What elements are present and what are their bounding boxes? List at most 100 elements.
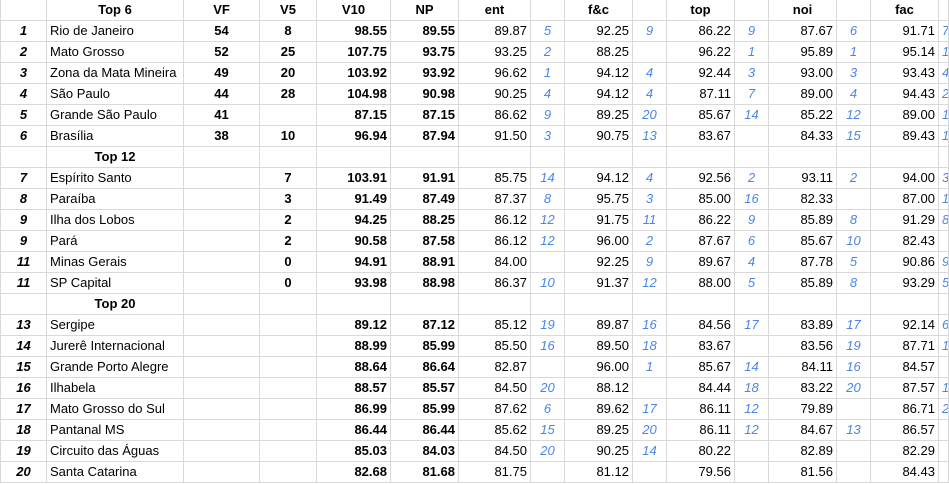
rank-cell[interactable]: 14 <box>0 335 47 357</box>
ent-score-cell[interactable]: 86.37 <box>458 272 531 294</box>
fc-position-cell[interactable]: 20 <box>632 104 667 126</box>
column-header[interactable]: NP <box>390 0 459 21</box>
v10-cell[interactable]: 96.94 <box>316 125 391 147</box>
rank-cell[interactable]: 16 <box>0 377 47 399</box>
top-position-cell[interactable]: 9 <box>734 20 769 42</box>
v5-cell[interactable]: 3 <box>259 188 317 210</box>
name-cell[interactable]: Ilhabela <box>46 377 184 399</box>
noi-score-cell[interactable]: 85.22 <box>768 104 837 126</box>
rank-cell[interactable]: 3 <box>0 62 47 84</box>
top-position-cell[interactable] <box>734 461 769 483</box>
empty-cell[interactable] <box>734 293 769 315</box>
fac-position-cell[interactable]: 17 <box>938 335 949 357</box>
ent-score-cell[interactable]: 84.00 <box>458 251 531 273</box>
rank-cell[interactable]: 17 <box>0 398 47 420</box>
fac-score-cell[interactable]: 90.86 <box>870 251 939 273</box>
fac-score-cell[interactable]: 82.29 <box>870 440 939 462</box>
ent-position-cell[interactable]: 5 <box>530 20 565 42</box>
ent-position-cell[interactable]: 19 <box>530 314 565 336</box>
ent-position-cell[interactable]: 1 <box>530 62 565 84</box>
name-cell[interactable]: Espírito Santo <box>46 167 184 189</box>
name-cell[interactable]: Ilha dos Lobos <box>46 209 184 231</box>
vf-cell[interactable] <box>183 461 260 483</box>
top-score-cell[interactable]: 86.11 <box>666 398 735 420</box>
fac-score-cell[interactable]: 92.14 <box>870 314 939 336</box>
rank-cell[interactable]: 1 <box>0 20 47 42</box>
fc-score-cell[interactable]: 89.87 <box>564 314 633 336</box>
v10-cell[interactable]: 89.12 <box>316 314 391 336</box>
noi-position-cell[interactable]: 8 <box>836 209 871 231</box>
top-score-cell[interactable]: 92.44 <box>666 62 735 84</box>
fac-position-cell[interactable]: 6 <box>938 314 949 336</box>
top-score-cell[interactable]: 83.67 <box>666 125 735 147</box>
rank-cell[interactable]: 13 <box>0 314 47 336</box>
np-cell[interactable]: 86.44 <box>390 419 459 441</box>
noi-position-cell[interactable]: 19 <box>836 335 871 357</box>
vf-cell[interactable] <box>183 167 260 189</box>
v10-cell[interactable]: 88.64 <box>316 356 391 378</box>
fc-score-cell[interactable]: 96.00 <box>564 230 633 252</box>
fc-score-cell[interactable]: 90.75 <box>564 125 633 147</box>
fc-score-cell[interactable]: 88.12 <box>564 377 633 399</box>
v5-cell[interactable]: 0 <box>259 251 317 273</box>
fc-score-cell[interactable]: 90.25 <box>564 440 633 462</box>
ent-score-cell[interactable]: 89.87 <box>458 20 531 42</box>
empty-cell[interactable] <box>836 0 871 21</box>
column-header[interactable]: V10 <box>316 0 391 21</box>
np-cell[interactable]: 86.64 <box>390 356 459 378</box>
top-score-cell[interactable]: 84.56 <box>666 314 735 336</box>
noi-position-cell[interactable]: 13 <box>836 419 871 441</box>
column-header[interactable]: noi <box>768 0 837 21</box>
fac-score-cell[interactable]: 95.14 <box>870 41 939 63</box>
empty-cell[interactable] <box>938 293 949 315</box>
empty-cell[interactable] <box>768 293 837 315</box>
rank-cell[interactable]: 11 <box>0 251 47 273</box>
top-score-cell[interactable]: 87.67 <box>666 230 735 252</box>
top-score-cell[interactable]: 83.67 <box>666 335 735 357</box>
fc-position-cell[interactable]: 11 <box>632 209 667 231</box>
fac-score-cell[interactable]: 89.43 <box>870 125 939 147</box>
ent-score-cell[interactable]: 82.87 <box>458 356 531 378</box>
name-cell[interactable]: Pará <box>46 230 184 252</box>
top-position-cell[interactable]: 14 <box>734 356 769 378</box>
ent-position-cell[interactable]: 16 <box>530 335 565 357</box>
name-cell[interactable]: Rio de Janeiro <box>46 20 184 42</box>
ent-score-cell[interactable]: 87.62 <box>458 398 531 420</box>
fac-score-cell[interactable]: 91.29 <box>870 209 939 231</box>
fc-position-cell[interactable]: 9 <box>632 20 667 42</box>
top-score-cell[interactable]: 84.44 <box>666 377 735 399</box>
fac-position-cell[interactable]: 3 <box>938 167 949 189</box>
vf-cell[interactable] <box>183 314 260 336</box>
noi-score-cell[interactable]: 85.89 <box>768 272 837 294</box>
fac-score-cell[interactable]: 91.71 <box>870 20 939 42</box>
v5-cell[interactable]: 10 <box>259 125 317 147</box>
empty-cell[interactable] <box>564 146 633 168</box>
fc-score-cell[interactable]: 89.25 <box>564 419 633 441</box>
v5-cell[interactable] <box>259 419 317 441</box>
rank-cell[interactable]: 6 <box>0 125 47 147</box>
v10-cell[interactable]: 91.49 <box>316 188 391 210</box>
top-position-cell[interactable]: 12 <box>734 419 769 441</box>
noi-position-cell[interactable] <box>836 461 871 483</box>
vf-cell[interactable] <box>183 335 260 357</box>
top-position-cell[interactable]: 4 <box>734 251 769 273</box>
np-cell[interactable]: 87.94 <box>390 125 459 147</box>
np-cell[interactable]: 85.99 <box>390 398 459 420</box>
empty-cell[interactable] <box>0 146 47 168</box>
name-cell[interactable]: Grande Porto Alegre <box>46 356 184 378</box>
name-cell[interactable]: Minas Gerais <box>46 251 184 273</box>
v5-cell[interactable]: 2 <box>259 209 317 231</box>
rank-cell[interactable]: 8 <box>0 188 47 210</box>
ent-position-cell[interactable]: 4 <box>530 83 565 105</box>
noi-score-cell[interactable]: 84.67 <box>768 419 837 441</box>
noi-score-cell[interactable]: 85.67 <box>768 230 837 252</box>
v10-cell[interactable]: 87.15 <box>316 104 391 126</box>
fac-score-cell[interactable]: 93.29 <box>870 272 939 294</box>
noi-position-cell[interactable]: 20 <box>836 377 871 399</box>
v10-cell[interactable]: 103.92 <box>316 62 391 84</box>
ent-score-cell[interactable]: 81.75 <box>458 461 531 483</box>
name-cell[interactable]: Pantanal MS <box>46 419 184 441</box>
v10-cell[interactable]: 107.75 <box>316 41 391 63</box>
fc-position-cell[interactable]: 3 <box>632 188 667 210</box>
empty-cell[interactable] <box>564 293 633 315</box>
